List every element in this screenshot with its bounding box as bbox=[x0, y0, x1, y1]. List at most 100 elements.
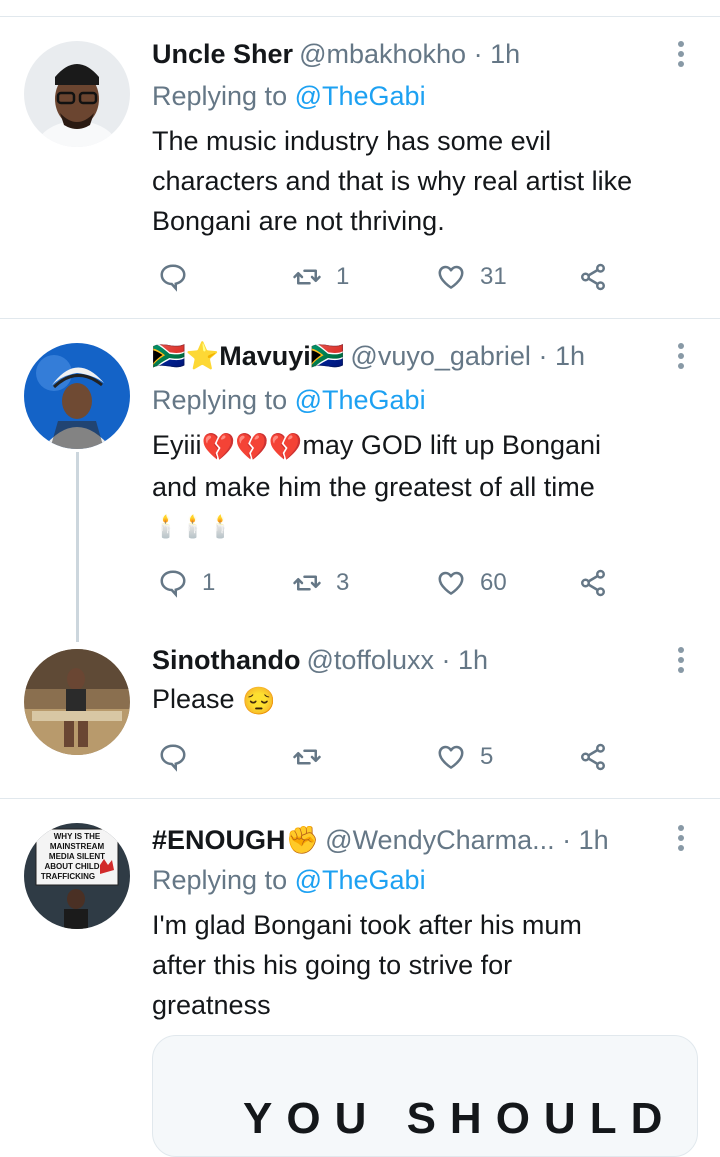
like-button[interactable]: 31 bbox=[436, 257, 507, 297]
replying-to-label: Replying to bbox=[152, 865, 288, 895]
reply-button[interactable] bbox=[158, 257, 202, 297]
star-emoji: ⭐ bbox=[185, 341, 220, 371]
avatar-sign-text: MAINSTREAM bbox=[50, 842, 105, 851]
user-handle[interactable]: @mbakhokho bbox=[299, 39, 466, 69]
replying-to: Replying to @TheGabi bbox=[152, 863, 426, 897]
replying-to-link[interactable]: @TheGabi bbox=[295, 865, 426, 895]
display-name-text: #ENOUGH bbox=[152, 825, 286, 855]
timestamp[interactable]: · 1h bbox=[538, 341, 585, 371]
retweet-button[interactable] bbox=[292, 737, 336, 777]
replying-to: Replying to @TheGabi bbox=[152, 79, 426, 113]
text-fragment: may GOD lift up Bongani bbox=[302, 430, 602, 460]
retweet-button[interactable]: 3 bbox=[292, 563, 349, 603]
tweet-actions: 5 bbox=[152, 737, 632, 777]
retweet-button[interactable]: 1 bbox=[292, 257, 349, 297]
tweet-text: The music industry has some evil charact… bbox=[152, 121, 696, 241]
retweet-icon bbox=[293, 269, 321, 285]
avatar-sign-text: ABOUT CHILD bbox=[44, 862, 99, 871]
flag-emoji: 🇿🇦 bbox=[310, 341, 345, 371]
share-button[interactable] bbox=[578, 563, 608, 603]
like-button[interactable]: 60 bbox=[436, 563, 507, 603]
display-name[interactable]: Sinothando bbox=[152, 645, 300, 675]
media-text: YOU SHOULD bbox=[243, 1094, 677, 1143]
reply-icon bbox=[160, 264, 186, 292]
media-card[interactable]: YOU SHOULD bbox=[152, 1035, 698, 1157]
replying-to: Replying to @TheGabi bbox=[152, 383, 426, 417]
retweet-icon bbox=[293, 575, 321, 591]
display-name[interactable]: Uncle Sher bbox=[152, 39, 293, 69]
text-fragment: Eyiii bbox=[152, 430, 202, 460]
replying-to-label: Replying to bbox=[152, 385, 288, 415]
share-icon bbox=[581, 743, 605, 771]
avatar-sign-text: WHY IS THE bbox=[54, 832, 101, 841]
tweet-text-line: characters and that is why real artist l… bbox=[152, 166, 633, 196]
user-handle[interactable]: @vuyo_gabriel bbox=[350, 341, 531, 371]
tweet-text-line: Eyiii💔💔💔may GOD lift up Bongani bbox=[152, 425, 696, 467]
tweet-text-line: and make him the greatest of all time bbox=[152, 467, 696, 507]
reply-count: 1 bbox=[202, 569, 216, 596]
text-fragment: Please bbox=[152, 684, 235, 714]
avatar[interactable] bbox=[24, 41, 130, 147]
like-count: 31 bbox=[480, 263, 507, 290]
display-name[interactable]: 🇿🇦⭐Mavuyi🇿🇦 bbox=[152, 341, 344, 371]
reply-icon bbox=[160, 744, 186, 772]
like-icon bbox=[438, 265, 464, 289]
more-vertical-icon[interactable] bbox=[676, 647, 686, 677]
share-icon bbox=[581, 263, 605, 291]
tweet-text-line: I'm glad Bongani took after his mum bbox=[152, 910, 582, 940]
replying-to-label: Replying to bbox=[152, 81, 288, 111]
tweet-text-line: after this his going to strive for bbox=[152, 950, 513, 980]
replying-to-link[interactable]: @TheGabi bbox=[295, 385, 426, 415]
replying-to-link[interactable]: @TheGabi bbox=[295, 81, 426, 111]
tweet-text: I'm glad Bongani took after his mum afte… bbox=[152, 905, 696, 1025]
tweet-header: Sinothando @toffoluxx · 1h bbox=[152, 643, 660, 677]
tweet[interactable]: Sinothando @toffoluxx · 1h Please 😔 5 bbox=[0, 619, 720, 797]
share-button[interactable] bbox=[578, 257, 608, 297]
avatar-sign-text: TRAFFICKING bbox=[41, 872, 95, 881]
reply-button[interactable]: 1 bbox=[158, 563, 215, 603]
tweet-text: Eyiii💔💔💔may GOD lift up Bongani and make… bbox=[152, 425, 696, 547]
user-handle[interactable]: @WendyCharma... bbox=[325, 825, 555, 855]
tweet-header: 🇿🇦⭐Mavuyi🇿🇦 @vuyo_gabriel · 1h bbox=[152, 339, 660, 373]
tweet-actions: 1 3 60 bbox=[152, 563, 632, 603]
retweet-icon bbox=[293, 749, 321, 765]
tweet-text-line: greatness bbox=[152, 990, 271, 1020]
avatar[interactable] bbox=[24, 343, 130, 449]
timestamp[interactable]: · 1h bbox=[474, 39, 521, 69]
share-icon bbox=[581, 569, 605, 597]
raised-fist-emoji: ✊ bbox=[285, 825, 320, 855]
display-name[interactable]: #ENOUGH✊ bbox=[152, 825, 319, 855]
timestamp[interactable]: · 1h bbox=[441, 645, 488, 675]
tweet-header: #ENOUGH✊ @WendyCharma... · 1h bbox=[152, 823, 660, 857]
avatar[interactable]: WHY IS THE MAINSTREAM MEDIA SILENT ABOUT… bbox=[24, 823, 130, 929]
candle-emoji-row: 🕯️🕯️🕯️ bbox=[152, 513, 235, 539]
retweet-count: 1 bbox=[336, 263, 350, 290]
share-button[interactable] bbox=[578, 737, 608, 777]
like-count: 60 bbox=[480, 569, 507, 596]
like-icon bbox=[438, 571, 464, 595]
more-vertical-icon[interactable] bbox=[676, 343, 686, 373]
tweet[interactable]: WHY IS THE MAINSTREAM MEDIA SILENT ABOUT… bbox=[0, 799, 720, 1157]
text-fragment: and make him the greatest of all time bbox=[152, 471, 595, 502]
timestamp[interactable]: · 1h bbox=[562, 825, 609, 855]
tweet-header: Uncle Sher @mbakhokho · 1h bbox=[152, 37, 660, 71]
tweet-text: Please 😔 bbox=[152, 679, 696, 721]
like-button[interactable]: 5 bbox=[436, 737, 493, 777]
like-count: 5 bbox=[480, 743, 494, 770]
pensive-face-emoji: 😔 bbox=[242, 685, 276, 716]
display-name-text: Mavuyi bbox=[219, 341, 311, 371]
tweet-text-line: Bongani are not thriving. bbox=[152, 206, 445, 236]
reply-button[interactable] bbox=[158, 737, 202, 777]
more-vertical-icon[interactable] bbox=[676, 825, 686, 855]
user-handle[interactable]: @toffoluxx bbox=[306, 645, 433, 675]
avatar[interactable] bbox=[24, 649, 130, 755]
tweet-actions: 1 31 bbox=[152, 257, 632, 297]
reply-icon bbox=[160, 570, 186, 598]
more-vertical-icon[interactable] bbox=[676, 41, 686, 71]
like-icon bbox=[438, 745, 464, 769]
tweet[interactable]: 🇿🇦⭐Mavuyi🇿🇦 @vuyo_gabriel · 1h Replying t… bbox=[0, 319, 720, 619]
flag-emoji: 🇿🇦 bbox=[152, 341, 186, 371]
tweet[interactable]: Uncle Sher @mbakhokho · 1h Replying to @T… bbox=[0, 17, 720, 317]
retweet-count: 3 bbox=[336, 569, 350, 596]
tweet-text-line: The music industry has some evil bbox=[152, 126, 552, 156]
